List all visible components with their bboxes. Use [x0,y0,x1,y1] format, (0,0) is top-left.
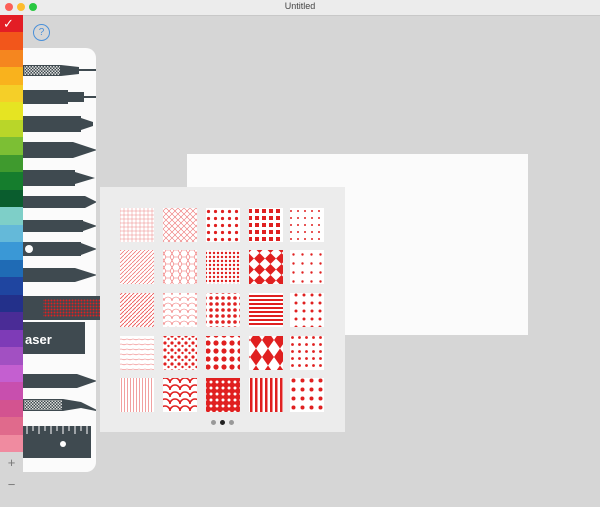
pattern-tile[interactable] [206,293,240,327]
eraser-tool[interactable]: aser [23,320,96,356]
ballpoint-pen-tool[interactable] [23,218,96,234]
pattern-tile[interactable] [249,293,283,327]
ruler-tool[interactable] [23,424,96,460]
pattern-tile[interactable] [120,378,154,412]
tool-panel: aser [23,48,96,472]
color-swatch[interactable] [0,312,23,331]
color-swatch[interactable] [0,49,23,68]
pattern-grid [120,208,324,412]
color-swatch[interactable] [0,137,23,156]
color-swatch[interactable] [0,207,23,226]
color-swatch[interactable] [0,102,23,121]
color-swatch[interactable] [0,224,23,243]
pattern-tile[interactable] [206,208,240,242]
pattern-tile[interactable] [206,336,240,370]
pattern-tile[interactable] [163,293,197,327]
technical-pen-tool[interactable] [23,60,96,80]
pattern-tile[interactable] [249,378,283,412]
color-swatch[interactable] [0,84,23,103]
ink-pen-tool[interactable] [23,240,96,258]
color-swatch[interactable] [0,347,23,366]
color-swatch[interactable] [0,242,23,261]
page-dot[interactable] [220,420,225,425]
fineliner-tool[interactable] [23,88,96,106]
pattern-tile[interactable] [206,250,240,284]
color-swatch[interactable] [0,119,23,138]
color-swatch[interactable] [0,434,23,453]
page-dot[interactable] [229,420,234,425]
color-swatch[interactable] [0,259,23,278]
pattern-tile[interactable] [163,336,197,370]
color-swatch[interactable] [0,294,23,313]
title-bar: Untitled [0,0,600,16]
pencil-tool[interactable] [23,194,96,210]
craft-knife-tool[interactable] [23,396,96,416]
cutter-knife-tool[interactable] [23,372,96,390]
color-swatch[interactable] [0,189,23,208]
pattern-tile[interactable] [120,208,154,242]
selected-pattern-brush-tool[interactable] [23,296,105,320]
color-swatch[interactable]: ✓ [0,15,23,33]
color-swatch[interactable] [0,329,23,348]
pattern-tile[interactable] [290,293,324,327]
pattern-tile[interactable] [290,378,324,412]
pattern-tile[interactable] [120,336,154,370]
zoom-in-button[interactable]: + [0,452,23,474]
selected-check-icon: ✓ [3,16,14,31]
color-swatch[interactable] [0,399,23,418]
color-swatch[interactable] [0,417,23,435]
marker-tool[interactable] [23,168,96,188]
color-swatch[interactable] [0,172,23,191]
eraser-label: aser [25,332,52,347]
felt-pen-tool[interactable] [23,114,96,134]
pattern-tile[interactable] [290,336,324,370]
color-swatch[interactable] [0,32,23,51]
fountain-pen-tool[interactable] [23,266,96,284]
window-title: Untitled [284,1,316,11]
color-swatch[interactable] [0,67,23,86]
pattern-tile[interactable] [120,250,154,284]
color-swatch[interactable] [0,382,23,401]
zoom-out-button[interactable]: − [0,474,23,496]
pattern-tile[interactable] [163,208,197,242]
pattern-picker-popover [100,187,345,432]
pattern-tile[interactable] [249,250,283,284]
pattern-tile[interactable] [290,250,324,284]
help-button[interactable]: ? [33,24,50,41]
pattern-tile[interactable] [206,378,240,412]
pattern-tile[interactable] [163,250,197,284]
color-swatch[interactable] [0,154,23,173]
pattern-tile[interactable] [249,208,283,242]
brush-pen-tool[interactable] [23,140,96,160]
pattern-tile[interactable] [163,378,197,412]
color-palette: ✓ [0,15,23,507]
pattern-tile[interactable] [249,336,283,370]
pattern-tile[interactable] [120,293,154,327]
color-swatch[interactable] [0,364,23,383]
color-swatch[interactable] [0,277,23,296]
pattern-tile[interactable] [290,208,324,242]
page-dot[interactable] [211,420,216,425]
